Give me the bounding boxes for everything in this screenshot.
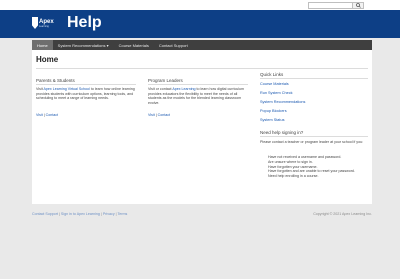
- footer-sign-in[interactable]: Sign in to Apex Learning: [61, 212, 100, 216]
- need-help-divider: [260, 136, 368, 137]
- footer-privacy[interactable]: Privacy: [103, 212, 115, 216]
- search-icon: [355, 3, 361, 8]
- footer: Contact Support | Sign in to Apex Learni…: [32, 208, 372, 220]
- main-nav: Home System Recommendations ▾ Course Mat…: [32, 40, 372, 50]
- nav-system-recommendations[interactable]: System Recommendations ▾: [53, 40, 114, 50]
- nav-course-materials[interactable]: Course Materials: [114, 40, 154, 50]
- quick-link-system-recommendations[interactable]: System Recommendations: [260, 100, 305, 104]
- nav-contact-support[interactable]: Contact Support: [154, 40, 193, 50]
- leaders-link[interactable]: Apex Learning: [172, 87, 195, 91]
- footer-sep: |: [58, 212, 60, 216]
- search-button[interactable]: [352, 2, 364, 9]
- page-title: Home: [36, 55, 59, 64]
- parents-text-pre: Visit: [36, 87, 44, 91]
- parents-contact-link[interactable]: Contact: [46, 113, 58, 117]
- leaders-sep: |: [155, 113, 157, 117]
- leaders-visit-link[interactable]: Visit: [148, 113, 155, 117]
- leaders-heading: Program Leaders: [148, 78, 183, 83]
- apex-logo[interactable]: Apex Learning: [32, 15, 60, 31]
- footer-sep: |: [100, 212, 102, 216]
- quick-link-system-status[interactable]: System Status: [260, 118, 284, 122]
- logo-name: Apex: [39, 18, 54, 25]
- footer-contact-support[interactable]: Contact Support: [32, 212, 58, 216]
- leaders-divider: [148, 84, 248, 85]
- header-bar: [0, 10, 400, 38]
- quick-link-run-system-check[interactable]: Run System Check: [260, 91, 293, 95]
- footer-links: Contact Support | Sign in to Apex Learni…: [32, 212, 127, 216]
- content-panel: Home Parents & Students Visit Apex Learn…: [32, 50, 372, 204]
- leaders-text-pre: Visit or contact: [148, 87, 173, 91]
- leaders-actions: Visit | Contact: [148, 113, 170, 118]
- footer-sep: |: [115, 212, 117, 216]
- logo-mark: [32, 17, 38, 29]
- parents-actions: Visit | Contact: [36, 113, 58, 118]
- parents-sep: |: [43, 113, 45, 117]
- parents-divider: [36, 84, 136, 85]
- need-help-list: Have not received a username and passwor…: [268, 155, 366, 179]
- site-title: Help: [67, 14, 102, 31]
- title-divider: [36, 68, 368, 69]
- parents-link[interactable]: Apex Learning Virtual School: [44, 87, 90, 91]
- leaders-text: Visit or contact Apex Learning to learn …: [148, 87, 248, 105]
- need-help-intro: Please contact a teacher or program lead…: [260, 140, 364, 144]
- quick-links-heading: Quick Links: [260, 72, 284, 77]
- logo-sub: Learning: [39, 24, 49, 28]
- parents-heading: Parents & Students: [36, 78, 75, 83]
- quick-links-divider: [260, 78, 368, 79]
- need-help-heading: Need help signing in?: [260, 130, 304, 135]
- parents-visit-link[interactable]: Visit: [36, 113, 43, 117]
- quick-link-course-materials[interactable]: Course Materials: [260, 82, 289, 86]
- quick-link-popup-blockers[interactable]: Popup Blockers: [260, 109, 287, 113]
- need-help-item: Need help enrolling in a course.: [268, 174, 319, 179]
- parents-text: Visit Apex Learning Virtual School to le…: [36, 87, 136, 101]
- leaders-contact-link[interactable]: Contact: [158, 113, 170, 117]
- footer-terms[interactable]: Terms: [118, 212, 128, 216]
- footer-copyright: Copyright © 2021 Apex Learning Inc.: [313, 212, 372, 216]
- nav-home[interactable]: Home: [32, 40, 53, 50]
